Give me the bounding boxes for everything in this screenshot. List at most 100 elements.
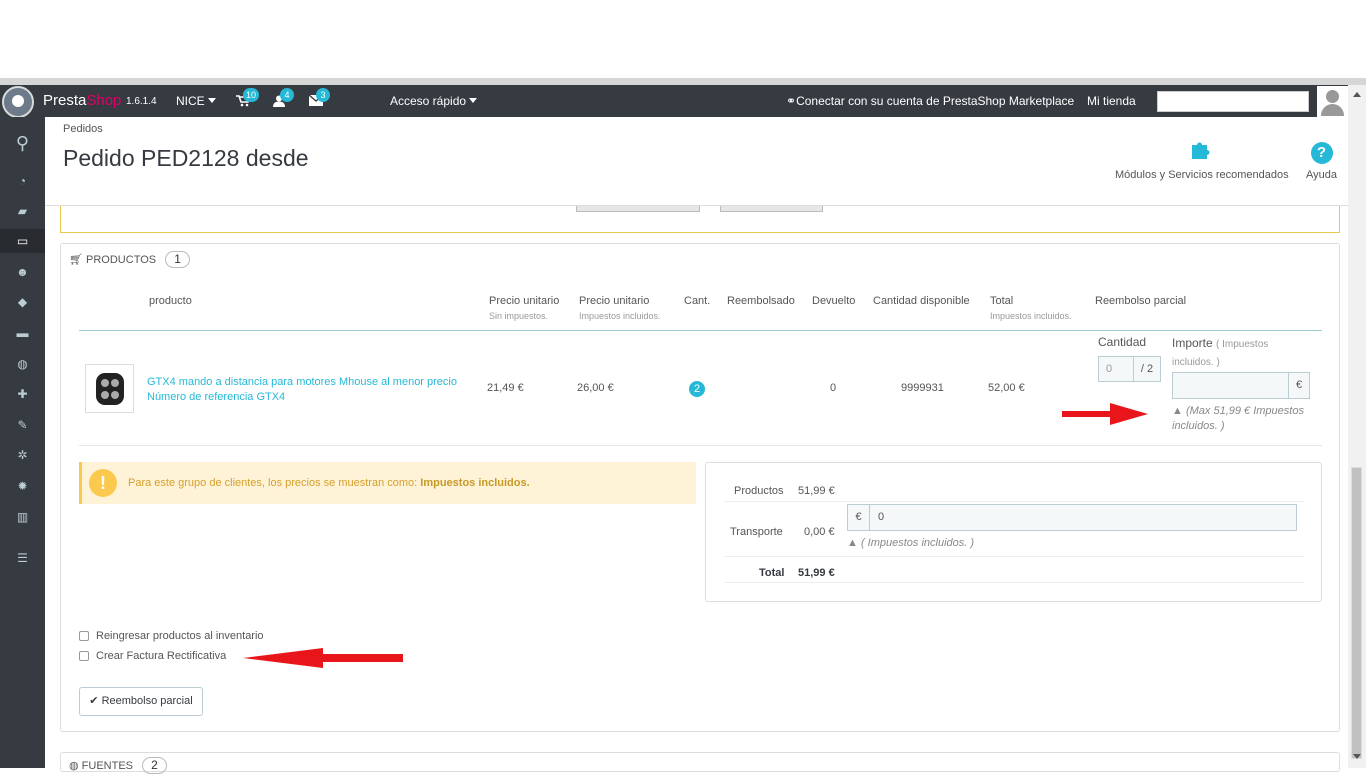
chevron-down-icon	[207, 98, 216, 103]
totals-divider	[724, 582, 1304, 583]
totals-shipping-value: 0,00 €	[804, 526, 835, 538]
puzzle-icon	[1115, 137, 1289, 163]
refund-amount-label: Importe ( Impuestos incluidos. )	[1172, 335, 1302, 371]
help-button[interactable]: ? Ayuda	[1306, 137, 1337, 181]
check-icon: ✔	[89, 695, 99, 707]
col-unit-price-tax-label: Precio unitario	[579, 295, 650, 307]
max-refund-note: ▲ (Max 51,99 € Impuestos incluidos. )	[1172, 404, 1322, 434]
my-shop-link[interactable]: Mi tienda	[1087, 94, 1136, 108]
admin-header: PrestaShop 1.6.1.4 NICE 10 4 3 Acceso rá…	[0, 85, 1348, 118]
partial-refund-button[interactable]: ✔ Reembolso parcial	[79, 687, 203, 716]
shop-selector-label: NICE	[176, 94, 205, 108]
link-icon: ⚭	[786, 94, 797, 108]
scroll-up-arrow[interactable]	[1353, 92, 1361, 97]
sources-count-badge: 2	[142, 757, 167, 774]
prestashop-logo-icon[interactable]	[2, 86, 34, 118]
row-divider	[79, 445, 1322, 446]
refund-qty-label: Cantidad	[1098, 335, 1147, 349]
sidebar-collapse-icon[interactable]: ☰	[0, 546, 45, 570]
marketplace-connect-link[interactable]: ⚭Conectar con su cuenta de PrestaShop Ma…	[786, 94, 1074, 108]
col-partial-refund: Reembolso parcial	[1095, 295, 1187, 307]
sources-panel: ◍ FUENTES 2	[60, 752, 1340, 774]
sidebar-orders-icon[interactable]: ▭	[0, 229, 45, 253]
version-label: 1.6.1.4	[126, 96, 157, 107]
col-unit-price-sub: Sin impuestos.	[489, 311, 549, 321]
tax-display-alert: ! Para este grupo de clientes, los preci…	[79, 462, 696, 504]
col-total-sub: Impuestos incluidos.	[990, 311, 1072, 321]
sidebar-customers-icon[interactable]: ☻	[0, 260, 45, 284]
brand-name[interactable]: PrestaShop	[43, 92, 121, 109]
page-scrollbar[interactable]	[1348, 85, 1366, 768]
partial-refund-button-label: Reembolso parcial	[101, 695, 193, 707]
credit-slip-checkbox[interactable]	[79, 651, 89, 661]
quick-access-menu[interactable]: Acceso rápido	[390, 94, 478, 108]
scroll-down-arrow[interactable]	[1353, 754, 1361, 759]
col-unit-price-tax-sub: Impuestos incluidos.	[579, 311, 661, 321]
sources-heading-label: FUENTES	[81, 760, 134, 772]
cart-icon: 🛒︎	[69, 254, 83, 266]
refund-amount-label-text: Importe	[1172, 336, 1213, 350]
refund-amount-input[interactable]	[1172, 372, 1289, 399]
modules-recommended-label: Módulos y Servicios recomendados	[1115, 169, 1289, 181]
customer-notifications[interactable]: 4	[273, 88, 294, 107]
product-link[interactable]: GTX4 mando a distancia para motores Mhou…	[147, 375, 457, 405]
sources-panel-heading: ◍ FUENTES 2	[69, 757, 167, 774]
refund-qty-input[interactable]: 0	[1098, 356, 1134, 382]
employee-avatar[interactable]	[1317, 86, 1348, 117]
sidebar-dashboard-icon[interactable]: ◔	[0, 169, 45, 193]
quick-access-label: Acceso rápido	[390, 94, 467, 108]
shipping-tax-note: ▲ ( Impuestos incluidos. )	[847, 536, 974, 551]
marketplace-label: Conectar con su cuenta de PrestaShop Mar…	[796, 94, 1075, 108]
sidebar-catalog-icon[interactable]: ▰	[0, 199, 45, 223]
sidebar-preferences-icon[interactable]: ✎	[0, 413, 45, 437]
warning-icon: ▲	[1172, 405, 1183, 417]
restock-checkbox[interactable]	[79, 631, 89, 641]
sidebar-advanced-icon[interactable]: ✲	[0, 443, 45, 467]
shipping-refund-input[interactable]: 0	[869, 504, 1297, 531]
chevron-down-icon	[469, 98, 478, 103]
page-title: Pedido PED2128 desde	[63, 145, 309, 171]
header-search-input[interactable]	[1157, 91, 1309, 112]
cart-notifications[interactable]: 10	[236, 88, 260, 107]
totals-products-label: Productos	[734, 485, 784, 497]
customers-count-badge: 4	[280, 88, 294, 102]
restock-label[interactable]: Reingresar productos al inventario	[96, 630, 264, 642]
product-name[interactable]: GTX4 mando a distancia para motores Mhou…	[147, 375, 457, 390]
products-panel-heading: 🛒︎ PRODUCTOS 1	[69, 251, 190, 268]
sidebar-price-rules-icon[interactable]: ◆	[0, 290, 45, 314]
products-count-badge: 1	[165, 251, 190, 268]
refund-amount-currency: €	[1288, 372, 1310, 399]
warning-icon: ▲	[847, 537, 858, 549]
browser-top-area	[0, 0, 1366, 78]
previous-panel-button[interactable]	[720, 206, 823, 212]
scroll-thumb[interactable]	[1351, 467, 1362, 759]
col-available: Cantidad disponible	[873, 295, 970, 307]
col-qty: Cant.	[684, 295, 711, 307]
col-total-label: Total	[990, 295, 1014, 307]
modules-recommended-button[interactable]: Módulos y Servicios recomendados	[1115, 137, 1289, 181]
cell-unit-price-tax: 26,00 €	[577, 382, 614, 394]
product-thumbnail[interactable]	[85, 364, 134, 413]
col-unit-price-label: Precio unitario	[489, 295, 560, 307]
breadcrumb[interactable]: Pedidos	[63, 123, 103, 135]
sidebar-stats-icon[interactable]: ▥	[0, 505, 45, 529]
products-heading-label: PRODUCTOS	[86, 254, 157, 266]
globe-icon: ◍	[69, 760, 79, 772]
sidebar-localization-icon[interactable]: ◍	[0, 352, 45, 376]
product-reference[interactable]: Número de referencia GTX4	[147, 390, 457, 405]
sidebar-modules-icon[interactable]: ✚	[0, 382, 45, 406]
sidebar-shipping-icon[interactable]: ▬	[0, 321, 45, 345]
credit-slip-label[interactable]: Crear Factura Rectificativa	[96, 650, 226, 662]
brand-presta: Presta	[43, 92, 87, 109]
remote-control-image	[96, 373, 124, 405]
col-product: producto	[149, 295, 192, 307]
browser-divider	[0, 78, 1366, 85]
cell-total: 52,00 €	[988, 382, 1025, 394]
sidebar-nav: ⚲ ◔ ▰ ▭ ☻ ◆ ▬ ◍ ✚ ✎ ✲ ✹ ▥ ☰	[0, 117, 45, 768]
shop-selector[interactable]: NICE	[176, 94, 216, 108]
sidebar-search-icon[interactable]: ⚲	[0, 131, 45, 155]
help-icon: ?	[1310, 142, 1333, 164]
message-notifications[interactable]: 3	[308, 88, 330, 107]
previous-panel-button[interactable]	[576, 206, 700, 212]
sidebar-administration-icon[interactable]: ✹	[0, 474, 45, 498]
